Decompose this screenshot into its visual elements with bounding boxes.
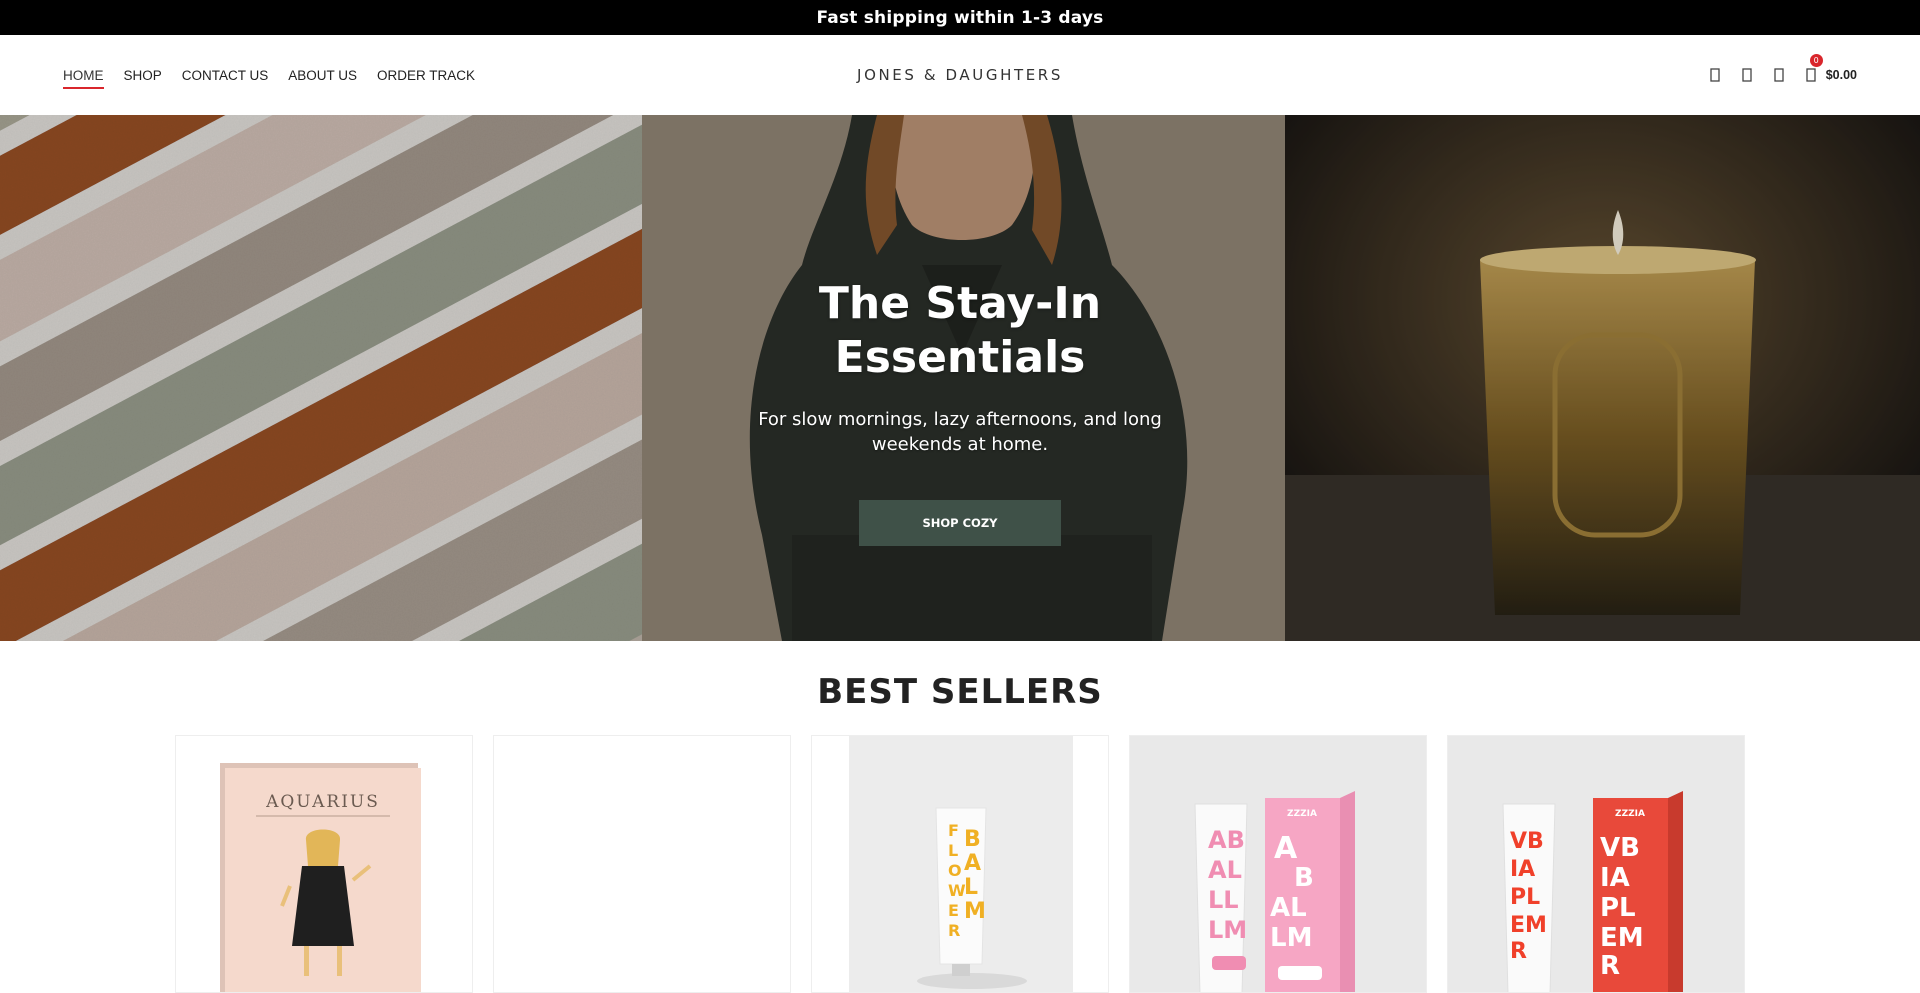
nav-item-about-us[interactable]: ABOUT US — [288, 64, 357, 87]
svg-text:B: B — [964, 827, 981, 852]
svg-text:VB: VB — [1600, 833, 1640, 863]
svg-text:A: A — [1274, 831, 1298, 866]
product-card[interactable]: F L O W E R B A L M — [811, 735, 1109, 993]
svg-text:O: O — [948, 861, 962, 880]
main-nav: HOME SHOP CONTACT US ABOUT US ORDER TRAC… — [63, 35, 495, 115]
announcement-text: Fast shipping within 1-3 days — [816, 7, 1104, 28]
svg-text:E: E — [948, 901, 959, 920]
svg-text:M: M — [964, 899, 986, 924]
svg-text:IA: IA — [1510, 857, 1535, 882]
product-image: AQUARIUS — [176, 736, 472, 992]
product-card[interactable]: AQUARIUS — [175, 735, 473, 993]
nav-item-shop[interactable]: SHOP — [124, 64, 162, 87]
product-card[interactable]: AB AL LL LM ZZZIA A B AL LM — [1129, 735, 1427, 993]
svg-text:PL: PL — [1510, 885, 1540, 910]
hero-content: The Stay-In Essentials For slow mornings… — [0, 115, 1920, 641]
nav-item-home[interactable]: HOME — [63, 64, 104, 89]
product-image — [494, 736, 790, 992]
svg-text:R: R — [1600, 951, 1620, 981]
svg-text:R: R — [948, 921, 960, 940]
shopping-bag-icon — [1804, 66, 1818, 84]
svg-text:EM: EM — [1510, 913, 1547, 938]
svg-text:EM: EM — [1600, 923, 1644, 953]
product-text: AQUARIUS — [265, 792, 380, 812]
svg-text:A: A — [964, 851, 981, 876]
hero-title: The Stay-In Essentials — [818, 278, 1102, 383]
site-header: HOME SHOP CONTACT US ABOUT US ORDER TRAC… — [0, 35, 1920, 115]
svg-text:ZZZIA: ZZZIA — [1287, 809, 1317, 819]
svg-text:L: L — [948, 841, 958, 860]
svg-text:F: F — [948, 821, 959, 840]
hero-subtitle: For slow mornings, lazy afternoons, and … — [758, 409, 1162, 455]
svg-text:IA: IA — [1600, 863, 1630, 893]
best-sellers-title: BEST SELLERS — [817, 672, 1103, 712]
nav-item-order-track[interactable]: ORDER TRACK — [377, 64, 475, 87]
product-image: AB AL LL LM ZZZIA A B AL LM — [1130, 736, 1426, 992]
svg-text:ZZZIA: ZZZIA — [1615, 809, 1645, 819]
svg-text:VB: VB — [1510, 829, 1544, 854]
heart-icon[interactable] — [1772, 66, 1786, 84]
svg-text:PL: PL — [1600, 893, 1636, 923]
brand-logo[interactable]: JONES & DAUGHTERS — [857, 66, 1063, 84]
shop-cozy-button[interactable]: SHOP COZY — [859, 500, 1061, 546]
header-tools: 0 $0.00 — [1708, 35, 1857, 115]
cart-total: $0.00 — [1825, 68, 1857, 82]
svg-text:LM: LM — [1208, 916, 1247, 944]
svg-text:LL: LL — [1208, 886, 1239, 914]
user-icon[interactable] — [1740, 66, 1754, 84]
search-icon[interactable] — [1708, 66, 1722, 84]
svg-text:AB: AB — [1208, 826, 1245, 854]
hero-banner: The Stay-In Essentials For slow mornings… — [0, 115, 1920, 641]
product-image: VB IA PL EM R ZZZIA VB IA PL EM R — [1448, 736, 1744, 992]
product-card[interactable]: VB IA PL EM R ZZZIA VB IA PL EM R — [1447, 735, 1745, 993]
cart-button[interactable]: 0 $0.00 — [1804, 54, 1857, 84]
cart-count-badge: 0 — [1809, 54, 1823, 67]
svg-text:L: L — [964, 875, 978, 900]
nav-item-contact-us[interactable]: CONTACT US — [182, 64, 269, 87]
svg-text:R: R — [1510, 939, 1527, 964]
product-card[interactable] — [493, 735, 791, 993]
svg-text:AL: AL — [1270, 893, 1307, 923]
announcement-bar: Fast shipping within 1-3 days — [0, 0, 1920, 35]
best-sellers-grid: AQUARIUS F L O W E R B A L M AB AL LL LM… — [175, 735, 1745, 993]
svg-text:B: B — [1294, 863, 1314, 893]
svg-text:AL: AL — [1208, 856, 1242, 884]
svg-text:LM: LM — [1270, 923, 1312, 953]
product-image: F L O W E R B A L M — [812, 736, 1108, 992]
